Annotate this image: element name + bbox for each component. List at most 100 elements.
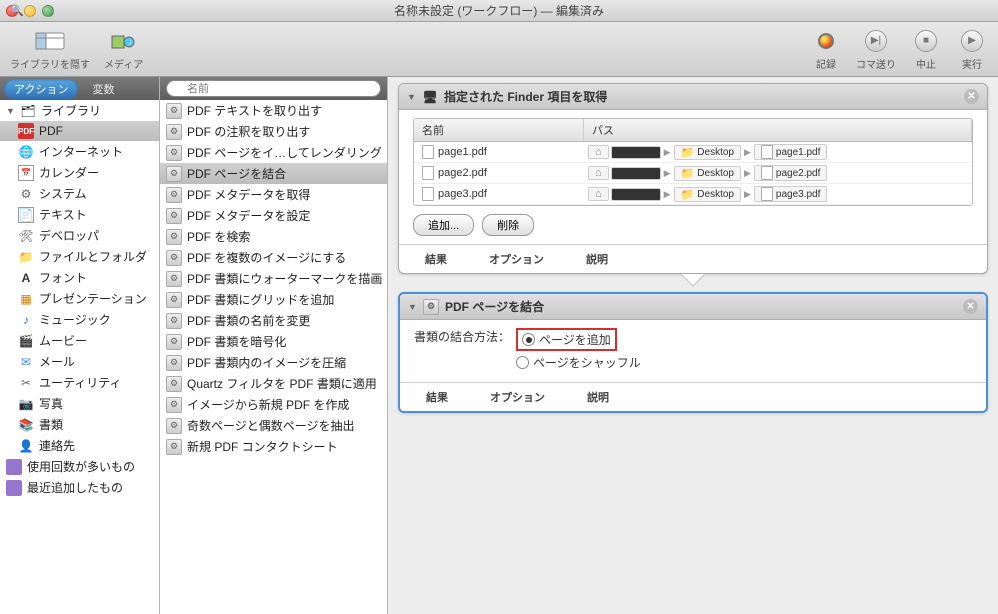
action-icon: ⚙ xyxy=(166,124,182,140)
table-row[interactable]: page3.pdf⌂ ▶📁Desktop▶ page3.pdf xyxy=(414,184,972,205)
path-home: ⌂ xyxy=(588,145,609,159)
action-item[interactable]: ⚙PDF テキストを取り出す xyxy=(160,100,387,121)
category-icon: 👤 xyxy=(18,438,34,454)
media-button[interactable]: ♪ メディア xyxy=(104,28,143,71)
connector-arrow-icon xyxy=(681,275,705,287)
library-item[interactable]: 📅カレンダー xyxy=(0,162,159,183)
home-icon: ⌂ xyxy=(595,188,602,200)
footer-results[interactable]: 結果 xyxy=(420,387,454,407)
step-header[interactable]: ▼ 🖥 指定された Finder 項目を取得 ✕ xyxy=(399,84,987,110)
library-item-label: インターネット xyxy=(39,143,123,160)
action-icon: ⚙ xyxy=(166,271,182,287)
smart-folder-recent[interactable]: 最近追加したもの xyxy=(0,477,159,498)
search-input[interactable] xyxy=(166,80,381,97)
remove-button[interactable]: 削除 xyxy=(482,214,534,236)
action-item[interactable]: ⚙PDF ページを結合 xyxy=(160,163,387,184)
category-icon: 📚 xyxy=(18,417,34,433)
library-item[interactable]: 📁ファイルとフォルダ xyxy=(0,246,159,267)
library-item[interactable]: ✂ユーティリティ xyxy=(0,372,159,393)
footer-desc[interactable]: 説明 xyxy=(581,387,615,407)
actions-list: ⚙PDF テキストを取り出す⚙PDF の注釈を取り出す⚙PDF ページをイ…して… xyxy=(160,100,387,614)
disclosure-triangle-icon[interactable]: ▼ xyxy=(6,106,15,116)
action-item[interactable]: ⚙PDF を複数のイメージにする xyxy=(160,247,387,268)
smart-folder-frequent[interactable]: 使用回数が多いもの xyxy=(0,456,159,477)
action-item[interactable]: ⚙PDF の注釈を取り出す xyxy=(160,121,387,142)
action-item-label: PDF を検索 xyxy=(187,228,250,245)
library-item[interactable]: ✉メール xyxy=(0,351,159,372)
radio-shuffle-label: ページをシャッフル xyxy=(533,354,641,371)
close-icon[interactable]: ✕ xyxy=(963,299,978,314)
run-button[interactable]: ▶ 実行 xyxy=(956,28,988,71)
action-item-label: PDF 書類内のイメージを圧縮 xyxy=(187,354,346,371)
action-item[interactable]: ⚙PDF 書類の名前を変更 xyxy=(160,310,387,331)
main: アクション 変数 ▼ 🗂 ライブラリ PDFPDF🌐インターネット📅カレンダー⚙… xyxy=(0,77,998,614)
category-icon: ♪ xyxy=(18,312,34,328)
hide-library-button[interactable]: ライブラリを隠す xyxy=(10,28,90,71)
smart-folder-icon xyxy=(6,459,22,475)
col-name[interactable]: 名前 xyxy=(414,119,584,141)
action-item[interactable]: ⚙PDF を検索 xyxy=(160,226,387,247)
footer-options[interactable]: オプション xyxy=(483,249,550,269)
file-icon xyxy=(761,166,773,180)
library-root[interactable]: ▼ 🗂 ライブラリ xyxy=(0,100,159,121)
action-icon: ⚙ xyxy=(166,355,182,371)
step-header[interactable]: ▼ ⚙ PDF ページを結合 ✕ xyxy=(400,294,986,320)
action-item[interactable]: ⚙PDF メタデータを取得 xyxy=(160,184,387,205)
action-icon: ⚙ xyxy=(166,397,182,413)
step-icon: ▶| xyxy=(865,30,887,52)
action-item-label: PDF ページを結合 xyxy=(187,165,286,182)
col-path[interactable]: パス xyxy=(584,119,972,141)
library-item[interactable]: 📄テキスト xyxy=(0,204,159,225)
library-item-label: ミュージック xyxy=(39,311,111,328)
search-icon: 🔍 xyxy=(10,4,24,17)
action-item-label: Quartz フィルタを PDF 書類に適用 xyxy=(187,375,377,392)
action-item[interactable]: ⚙PDF ページをイ…してレンダリング xyxy=(160,142,387,163)
step-button[interactable]: ▶| コマ送り xyxy=(856,28,896,71)
library-item-label: フォント xyxy=(39,269,87,286)
library-item[interactable]: ♪ ミュージック xyxy=(0,309,159,330)
action-item[interactable]: ⚙イメージから新規 PDF を作成 xyxy=(160,394,387,415)
footer-results[interactable]: 結果 xyxy=(419,249,453,269)
action-item[interactable]: ⚙PDF 書類にウォーターマークを描画 xyxy=(160,268,387,289)
close-icon[interactable]: ✕ xyxy=(964,89,979,104)
combine-method-label: 書類の結合方法： xyxy=(414,328,510,345)
footer-desc[interactable]: 説明 xyxy=(580,249,614,269)
library-item-label: ムービー xyxy=(39,332,87,349)
radio-append[interactable] xyxy=(522,333,535,346)
library-item[interactable]: 🎬ムービー xyxy=(0,330,159,351)
path-desktop: 📁Desktop xyxy=(674,166,741,181)
action-icon: ⚙ xyxy=(166,187,182,203)
radio-shuffle[interactable] xyxy=(516,356,529,369)
library-item[interactable]: 📷写真 xyxy=(0,393,159,414)
action-item[interactable]: ⚙PDF 書類にグリッドを追加 xyxy=(160,289,387,310)
library-item[interactable]: Aフォント xyxy=(0,267,159,288)
library-item[interactable]: PDFPDF xyxy=(0,121,159,141)
table-row[interactable]: page1.pdf⌂ ▶📁Desktop▶ page1.pdf xyxy=(414,142,972,163)
library-item[interactable]: ⚙システム xyxy=(0,183,159,204)
folder-icon: 📁 xyxy=(681,146,695,159)
library-item[interactable]: ▦プレゼンテーション xyxy=(0,288,159,309)
action-item[interactable]: ⚙PDF 書類を暗号化 xyxy=(160,331,387,352)
library-item[interactable]: 🛠デベロッパ xyxy=(0,225,159,246)
add-button[interactable]: 追加... xyxy=(413,214,474,236)
run-icon: ▶ xyxy=(961,30,983,52)
path-redacted xyxy=(611,167,661,180)
action-item[interactable]: ⚙Quartz フィルタを PDF 書類に適用 xyxy=(160,373,387,394)
action-item[interactable]: ⚙奇数ページと偶数ページを抽出 xyxy=(160,415,387,436)
library-item[interactable]: 📚書類 xyxy=(0,414,159,435)
disclosure-triangle-icon[interactable]: ▼ xyxy=(407,92,416,102)
library-item[interactable]: 🌐インターネット xyxy=(0,141,159,162)
window-title: 名称未設定 (ワークフロー) — 編集済み xyxy=(0,2,998,19)
library-item[interactable]: 👤連絡先 xyxy=(0,435,159,456)
tab-variables[interactable]: 変数 xyxy=(82,79,124,99)
stop-button[interactable]: ■ 中止 xyxy=(910,28,942,71)
action-item[interactable]: ⚙PDF メタデータを設定 xyxy=(160,205,387,226)
action-item[interactable]: ⚙新規 PDF コンタクトシート xyxy=(160,436,387,457)
path-file: page1.pdf xyxy=(754,144,828,160)
action-item[interactable]: ⚙ PDF 書類内のイメージを圧縮 xyxy=(160,352,387,373)
record-button[interactable]: 記録 xyxy=(810,28,842,71)
table-row[interactable]: page2.pdf⌂ ▶📁Desktop▶ page2.pdf xyxy=(414,163,972,184)
tab-actions[interactable]: アクション xyxy=(4,79,78,99)
footer-options[interactable]: オプション xyxy=(484,387,551,407)
disclosure-triangle-icon[interactable]: ▼ xyxy=(408,302,417,312)
